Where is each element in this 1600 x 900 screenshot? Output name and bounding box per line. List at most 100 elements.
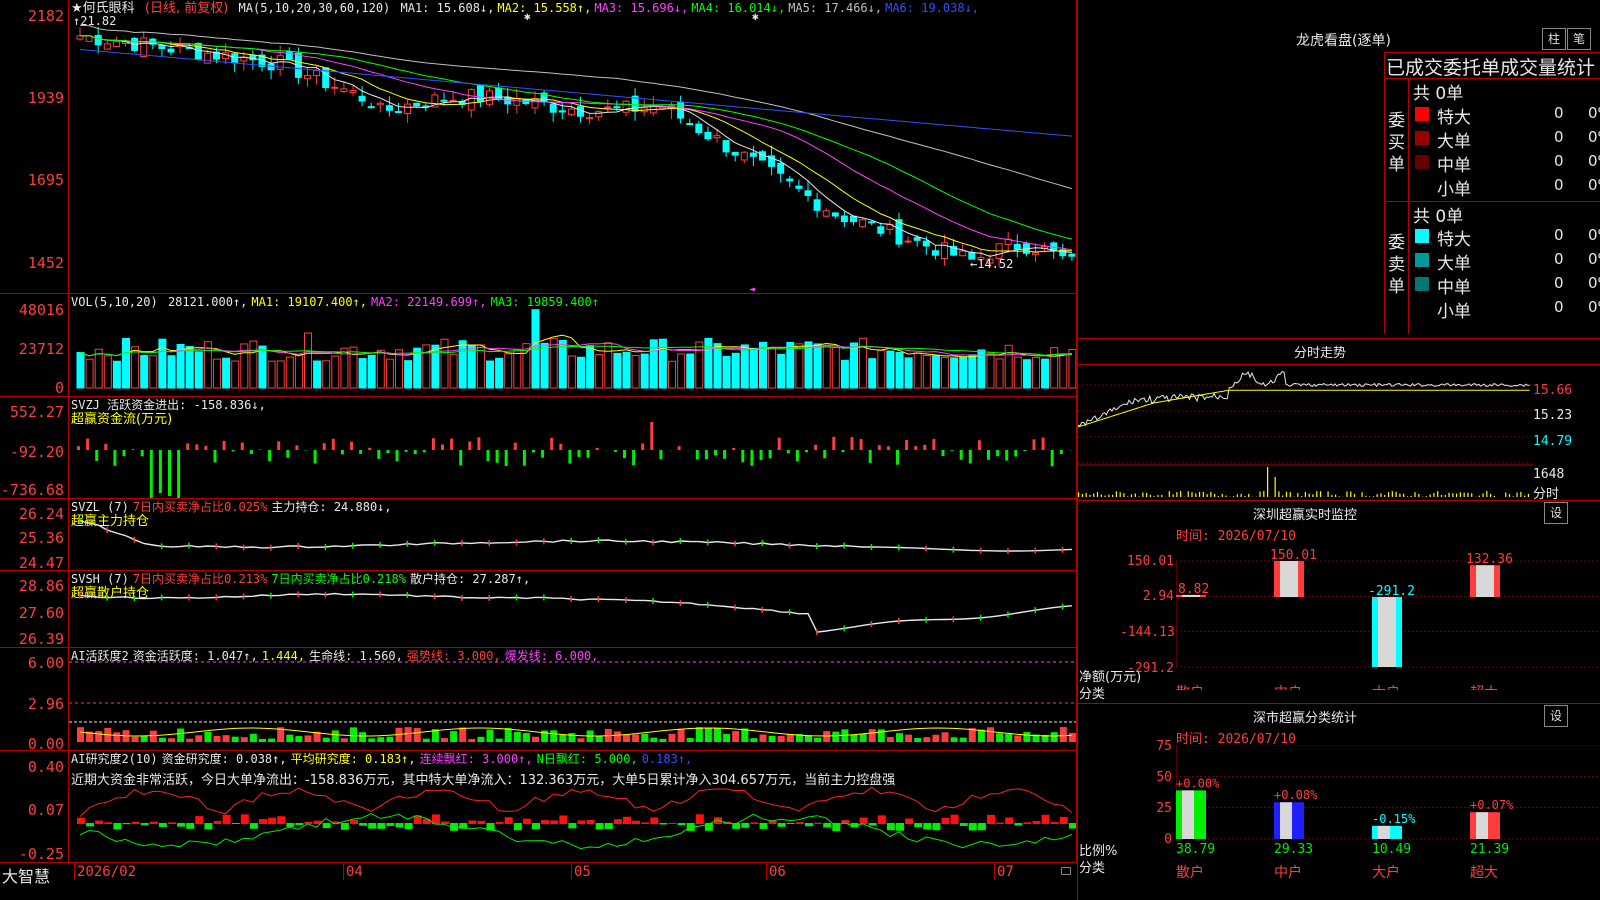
bar-value-label: 29.33 xyxy=(1274,842,1313,857)
vol-chart[interactable] xyxy=(69,294,1076,396)
flow-bar xyxy=(850,437,854,450)
star-icon: ✱ xyxy=(524,10,531,23)
intraday-vol-bar xyxy=(1471,493,1473,497)
flow-bar xyxy=(732,447,736,450)
change-label: -0.15% xyxy=(1372,812,1416,826)
flow-bar xyxy=(459,450,463,466)
volume-bar xyxy=(950,357,959,389)
net-bar xyxy=(1470,565,1500,598)
volume-bar xyxy=(1032,357,1040,389)
buy-row: 大单 0 0% xyxy=(1413,127,1600,152)
svsh-line-tick xyxy=(843,625,845,632)
active-bar xyxy=(286,734,294,742)
intraday-chart[interactable] xyxy=(1078,365,1533,498)
volume-bar xyxy=(640,353,649,389)
svsh-line-tick xyxy=(379,591,381,598)
svsh-chart[interactable] xyxy=(69,571,1076,647)
ai-research-chart[interactable] xyxy=(69,751,1076,862)
candlestick xyxy=(140,31,148,58)
bar-mode-button[interactable]: 柱 xyxy=(1542,28,1566,50)
longhu-title: 龙虎看盘(逐单) xyxy=(1296,33,1391,49)
active-bar xyxy=(659,738,667,742)
sz-cat-label: 分类 xyxy=(1079,687,1106,702)
svzl-line-tick xyxy=(160,543,163,550)
research-bar xyxy=(623,816,631,824)
main-chart-area[interactable]: ★何氏眼科 (日线, 前复权) MA(5,10,20,30,60,120) MA… xyxy=(0,0,1077,886)
lock-icon[interactable] xyxy=(1061,867,1071,875)
candlestick xyxy=(931,245,939,260)
candlestick xyxy=(567,103,575,117)
research-bar xyxy=(677,823,686,826)
flow-bar xyxy=(1032,439,1036,450)
intraday-vol-bar xyxy=(1096,492,1099,497)
flow-bar xyxy=(95,450,99,461)
sz-monitor-chart[interactable]: 8.82 散户 150.01 中户 -291.2 大户 132.36 超大 xyxy=(1176,540,1600,690)
flow-bar xyxy=(240,442,244,450)
flow-bar xyxy=(122,450,126,457)
svsh-line-tick xyxy=(488,595,490,602)
svzl-chart[interactable] xyxy=(69,499,1076,570)
flow-bar xyxy=(550,437,554,450)
candlestick xyxy=(304,67,311,87)
intraday-vol-bar xyxy=(1274,477,1276,497)
volume-bar xyxy=(868,358,877,389)
volume-bar xyxy=(85,358,94,389)
sz-monitor-settings-button[interactable]: 设 xyxy=(1544,502,1568,524)
svsh-line-tick xyxy=(543,594,545,601)
intraday-vol-bar xyxy=(1297,493,1299,497)
row-percent: 0% xyxy=(1588,298,1600,316)
avg-price-line xyxy=(1078,389,1530,428)
intraday-vol-bar xyxy=(1399,493,1401,497)
intraday-vol-bar xyxy=(1418,493,1420,497)
ratio-bar xyxy=(1176,790,1206,839)
color-swatch xyxy=(1415,155,1429,169)
research-bar xyxy=(131,821,140,824)
sz-class-chart[interactable]: +0.00% 38.79 散户 +0.08% 29.33 中户 -0.15% 10.49 大户 +… xyxy=(1176,745,1600,900)
research-bar xyxy=(277,816,286,824)
svzl-line-tick xyxy=(543,538,545,545)
research-bar xyxy=(896,823,904,831)
volume-bar xyxy=(513,349,522,389)
intraday-vol-bar xyxy=(1369,496,1371,497)
active-bar xyxy=(577,738,585,742)
flow-bar xyxy=(905,439,909,450)
research-bar xyxy=(786,823,795,825)
active-bar xyxy=(413,728,421,742)
svsh-line-tick xyxy=(898,618,900,625)
research-bar xyxy=(477,820,486,824)
svzj-chart[interactable] xyxy=(69,397,1076,498)
active-bar xyxy=(158,737,166,742)
svzl-ytick: 25.36 xyxy=(18,529,64,547)
svsh-ytick: 26.39 xyxy=(18,630,64,648)
research-bar xyxy=(595,823,604,830)
volume-bar xyxy=(149,355,158,389)
intraday-vol-bar xyxy=(1376,494,1378,497)
buy-total: 共 0单 xyxy=(1413,84,1464,104)
research-bar xyxy=(823,823,832,828)
research-bar xyxy=(541,820,550,824)
flow-bar xyxy=(841,450,845,453)
research-bar xyxy=(550,820,559,824)
active-bar xyxy=(441,738,448,742)
intraday-vol-bar xyxy=(1259,491,1261,497)
svsh-line-tick xyxy=(761,606,763,613)
volume-bar xyxy=(995,358,1004,389)
flow-bar xyxy=(741,450,745,463)
intraday-vol-bar xyxy=(1112,494,1114,497)
volume-bar xyxy=(577,356,585,389)
flow-bar xyxy=(659,450,663,460)
volume-bar xyxy=(540,342,549,389)
intraday-vol-bar xyxy=(1161,494,1163,497)
sz-monitor-frame xyxy=(1078,500,1600,501)
svsh-line-tick xyxy=(788,609,791,616)
candlestick xyxy=(895,212,903,248)
active-bar xyxy=(832,731,840,742)
candlestick xyxy=(786,175,794,188)
active-bar xyxy=(786,734,794,742)
sz-class-settings-button[interactable]: 设 xyxy=(1544,705,1568,727)
ai-active-chart[interactable] xyxy=(69,648,1076,750)
kline-chart[interactable]: ◄ ✱ ✱ xyxy=(69,0,1076,293)
active-bar xyxy=(259,738,266,742)
flow-bar xyxy=(759,450,763,461)
pen-mode-button[interactable]: 笔 xyxy=(1567,28,1591,50)
